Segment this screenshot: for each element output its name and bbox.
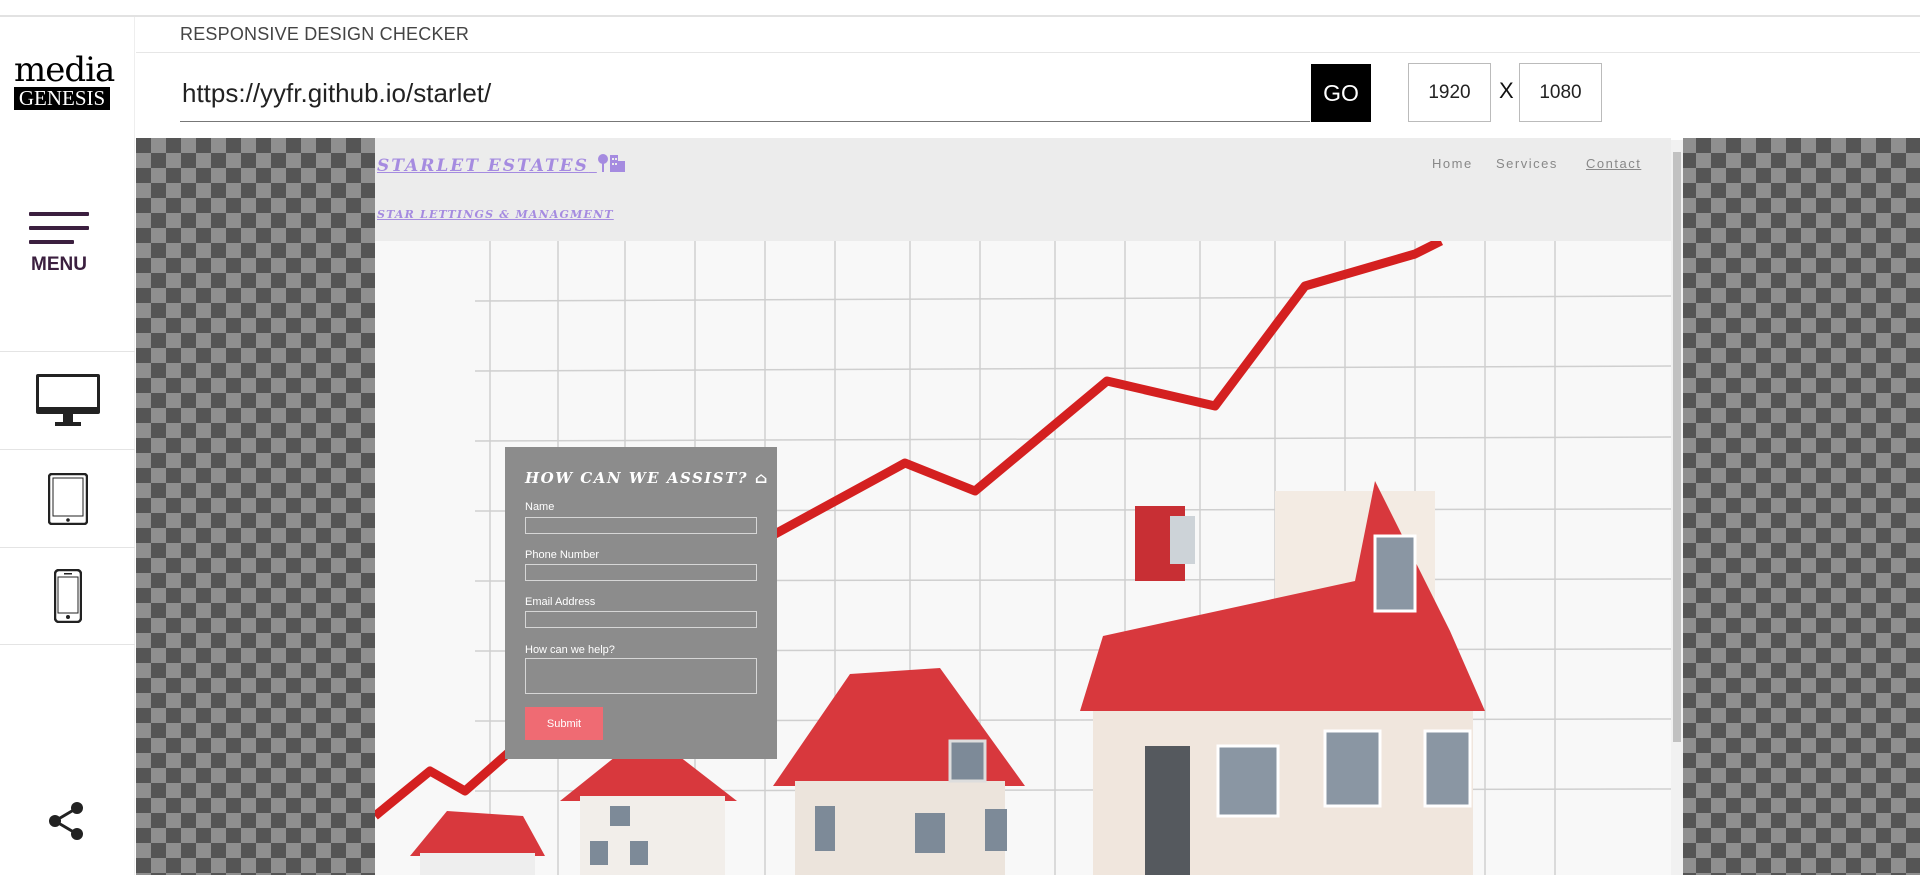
- top-border: [0, 15, 1920, 17]
- logo-top-text: media: [14, 50, 115, 90]
- width-input[interactable]: [1408, 63, 1491, 122]
- desktop-view-button[interactable]: [0, 351, 135, 449]
- form-title: HOW CAN WE ASSIST? ⌂: [525, 469, 769, 487]
- house-tree-icon: [597, 154, 625, 172]
- site-brand-link[interactable]: STARLET ESTATES: [377, 152, 627, 176]
- dimension-separator: X: [1499, 78, 1514, 103]
- mobile-icon: [53, 569, 82, 623]
- media-genesis-logo[interactable]: media GENESIS: [14, 50, 115, 110]
- site-tagline-link[interactable]: STAR LETTINGS & MANAGMENT: [377, 208, 614, 221]
- page-title: RESPONSIVE DESIGN CHECKER: [180, 24, 470, 44]
- menu-label: MENU: [31, 254, 87, 275]
- share-button[interactable]: [45, 800, 87, 842]
- contact-form: HOW CAN WE ASSIST? ⌂ Name Phone Number E…: [505, 447, 777, 759]
- sidebar: media GENESIS MENU: [0, 17, 135, 875]
- divider: [136, 52, 1920, 53]
- submit-button[interactable]: Submit: [525, 707, 603, 740]
- help-textarea[interactable]: [525, 658, 757, 694]
- email-label: Email Address: [525, 596, 596, 608]
- menu-button[interactable]: MENU: [0, 192, 118, 276]
- home-icon: ⌂: [754, 469, 769, 487]
- height-input[interactable]: [1519, 63, 1602, 122]
- site-header: STARLET ESTATES STAR LETTINGS & MANAGMEN…: [375, 138, 1671, 241]
- mobile-view-button[interactable]: [0, 547, 135, 645]
- brand-text: STARLET ESTATES: [377, 156, 589, 176]
- share-icon: [49, 802, 83, 840]
- phone-label: Phone Number: [525, 549, 599, 561]
- preview-scrollbar[interactable]: [1671, 140, 1683, 875]
- tablet-view-button[interactable]: [0, 449, 135, 547]
- hero-image: HOW CAN WE ASSIST? ⌂ Name Phone Number E…: [375, 241, 1671, 875]
- logo-bottom-text: GENESIS: [14, 87, 110, 110]
- phone-input[interactable]: [525, 564, 757, 581]
- email-input[interactable]: [525, 611, 757, 628]
- nav-contact-link[interactable]: Contact: [1586, 156, 1641, 171]
- nav-home-link[interactable]: Home: [1432, 156, 1473, 171]
- url-input[interactable]: [180, 66, 1310, 122]
- go-button[interactable]: GO: [1311, 64, 1371, 122]
- scrollbar-thumb[interactable]: [1673, 152, 1681, 742]
- nav-services-link[interactable]: Services: [1496, 156, 1558, 171]
- name-input[interactable]: [525, 517, 757, 534]
- desktop-icon: [35, 373, 100, 426]
- help-label: How can we help?: [525, 644, 615, 656]
- tablet-icon: [47, 472, 88, 525]
- preview-frame[interactable]: STARLET ESTATES STAR LETTINGS & MANAGMEN…: [375, 138, 1683, 875]
- hamburger-icon: [29, 212, 89, 244]
- name-label: Name: [525, 501, 555, 513]
